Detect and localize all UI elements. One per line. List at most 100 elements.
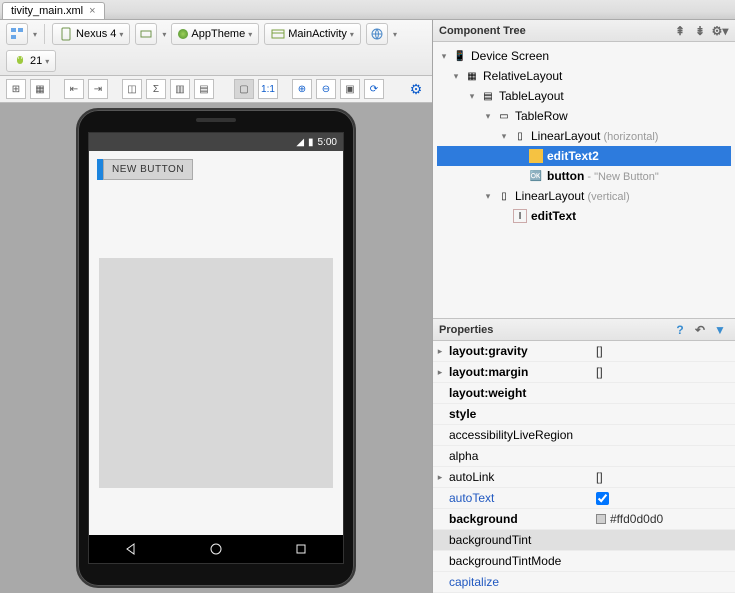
editor-tabs: tivity_main.xml × [0,0,735,20]
property-row[interactable]: autoText [433,488,735,509]
property-name: backgroundTint [447,533,592,547]
status-bar: ◢ ▮ 5:00 [89,133,343,151]
property-row[interactable]: background#ffd0d0d0 [433,509,735,530]
property-name: autoText [447,491,592,505]
orientation-btn[interactable] [135,23,157,45]
property-row[interactable]: style [433,404,735,425]
zoom-actual[interactable]: 1:1 [258,79,278,99]
property-value[interactable] [592,492,735,505]
tree-node-button[interactable]: 🆗button - "New Button" [437,166,731,186]
tree-node-tablelayout[interactable]: ▾▤TableLayout [437,86,731,106]
tree-node-relativelayout[interactable]: ▾▦RelativeLayout [437,66,731,86]
palette-btn[interactable] [6,23,28,45]
phone-speaker [196,118,236,122]
dropdown-caret-icon[interactable]: ▾ [162,30,166,39]
device-picker[interactable]: Nexus 4▾ [52,23,130,45]
collapse-icon[interactable]: ⇟ [691,22,709,40]
dist-tool[interactable]: Σ [146,79,166,99]
property-name: capitalize [447,575,592,589]
new-button-widget[interactable]: NEW BUTTON [103,159,193,180]
property-name: backgroundTintMode [447,554,592,568]
checkbox[interactable] [596,492,609,505]
dropdown-caret-icon[interactable]: ▾ [33,30,37,39]
property-row[interactable]: alpha [433,446,735,467]
activity-picker[interactable]: MainActivity▾ [264,23,361,45]
back-icon[interactable] [124,542,138,556]
properties-header: Properties ? ↶ ▼ [433,319,735,341]
locale-btn[interactable] [366,23,388,45]
tree-node-linearlayout-v[interactable]: ▾▯LinearLayout (vertical) [437,186,731,206]
tree-node-device[interactable]: ▾📱Device Screen [437,46,731,66]
refresh-icon[interactable]: ⟳ [364,79,384,99]
align-tool[interactable]: ⇤ [64,79,84,99]
property-value[interactable]: [] [592,470,735,484]
expand-icon[interactable]: ⇞ [671,22,689,40]
property-row[interactable]: layout:weight [433,383,735,404]
layout-tool[interactable]: ⊞ [6,79,26,99]
property-value[interactable]: #ffd0d0d0 [592,512,735,526]
wifi-icon: ◢ [296,137,304,148]
dist-tool[interactable]: ▤ [194,79,214,99]
tab-close-icon[interactable]: × [89,5,95,17]
theme-label: AppTheme [191,28,245,40]
android-navbar [89,535,343,563]
property-row[interactable]: accessibilityLiveRegion [433,425,735,446]
zoom-fit[interactable]: ▢ [234,79,254,99]
theme-picker[interactable]: AppTheme▾ [171,23,259,45]
property-name: layout:gravity [447,344,592,358]
dist-tool[interactable]: ▥ [170,79,190,99]
reset-view[interactable]: ▣ [340,79,360,99]
zoom-out-icon[interactable]: ⊖ [316,79,336,99]
file-tab[interactable]: tivity_main.xml × [2,2,105,19]
expander-icon[interactable]: ▸ [433,472,447,483]
edittext2-selected[interactable]: NEW BUTTON [89,151,343,188]
dropdown-caret-icon[interactable]: ▾ [393,30,397,39]
property-row[interactable]: ▸layout:gravity[] [433,341,735,362]
recent-icon[interactable] [294,542,308,556]
filter-icon[interactable]: ▼ [711,321,729,339]
undo-icon[interactable]: ↶ [691,321,709,339]
tree-node-tablerow[interactable]: ▾▭TableRow [437,106,731,126]
help-icon[interactable]: ? [671,321,689,339]
property-row[interactable]: capitalize [433,572,735,593]
panel-title: Component Tree [439,25,526,37]
expander-icon[interactable]: ▸ [433,346,447,357]
gear-icon[interactable]: ⚙▾ [711,22,729,40]
device-label: Nexus 4 [76,28,116,40]
property-name: layout:weight [447,386,592,400]
tree-node-edittext[interactable]: IeditText [437,206,731,226]
dist-tool[interactable]: ◫ [122,79,142,99]
property-name: alpha [447,449,592,463]
property-row[interactable]: ▸layout:margin[] [433,362,735,383]
gear-icon[interactable]: ⚙ [406,79,426,99]
tree-node-edittext2[interactable]: editText2 [437,146,731,166]
property-row[interactable]: backgroundTintMode [433,551,735,572]
separator [44,24,45,44]
property-name: background [447,512,592,526]
api-picker[interactable]: 21▾ [6,50,56,72]
home-icon[interactable] [209,542,223,556]
property-value[interactable]: [] [592,365,735,379]
device-preview: ◢ ▮ 5:00 NEW BUTTON [0,103,432,593]
battery-icon: ▮ [308,137,314,148]
designer-toolbar: ▾ Nexus 4▾ ▾ AppTheme▾ MainActivity▾ ▾ 2… [0,20,432,76]
properties-list[interactable]: ▸layout:gravity[]▸layout:margin[]layout:… [433,341,735,593]
property-name: accessibilityLiveRegion [447,428,592,442]
phone-frame: ◢ ▮ 5:00 NEW BUTTON [76,108,356,588]
align-tool[interactable]: ⇥ [88,79,108,99]
tree-node-linearlayout-h[interactable]: ▾▯LinearLayout (horizontal) [437,126,731,146]
activity-label: MainActivity [288,28,347,40]
zoom-in-icon[interactable]: ⊕ [292,79,312,99]
layout-tool[interactable]: ▦ [30,79,50,99]
expander-icon[interactable]: ▸ [433,367,447,378]
right-column: Component Tree ⇞ ⇟ ⚙▾ ▾📱Device Screen ▾▦… [433,20,735,593]
edittext-widget[interactable] [99,258,333,488]
property-name: layout:margin [447,365,592,379]
property-row[interactable]: ▸autoLink[] [433,467,735,488]
property-name: autoLink [447,470,592,484]
component-tree[interactable]: ▾📱Device Screen ▾▦RelativeLayout ▾▤Table… [433,42,735,318]
property-value[interactable]: [] [592,344,735,358]
api-label: 21 [30,55,42,67]
property-row[interactable]: backgroundTint [433,530,735,551]
phone-screen[interactable]: ◢ ▮ 5:00 NEW BUTTON [88,132,344,564]
